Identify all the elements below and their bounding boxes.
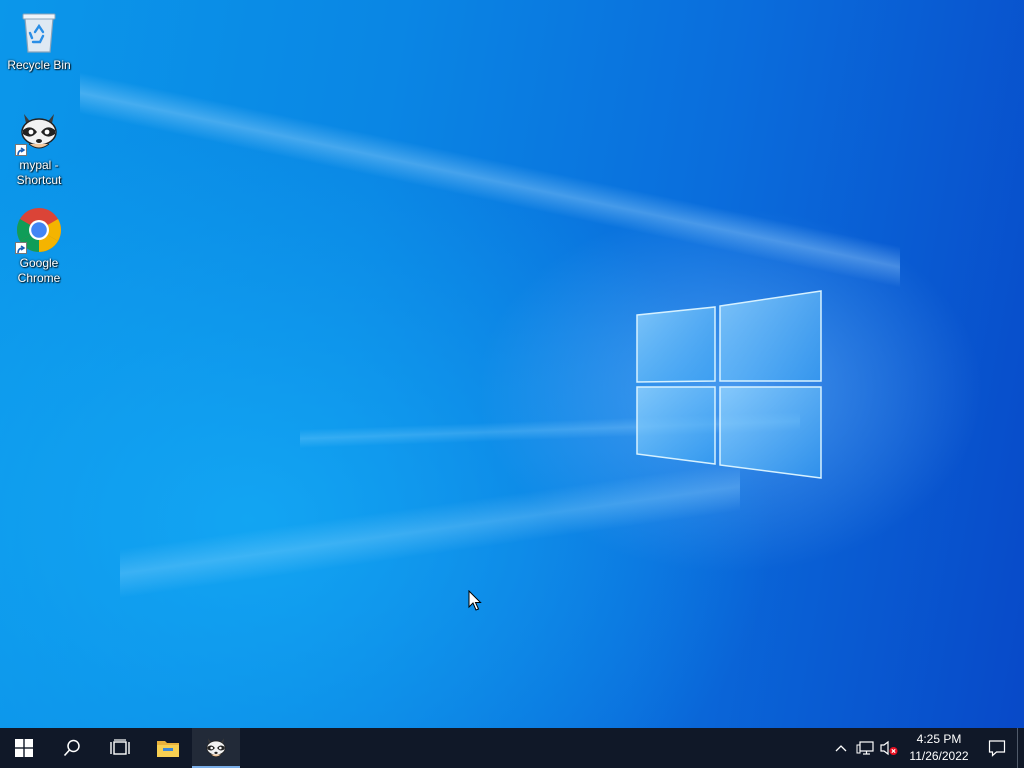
desktop-icon-label: Google Chrome: [17, 256, 61, 285]
desktop-icon-label: Recycle Bin: [7, 58, 71, 72]
desktop-icon-recycle-bin[interactable]: Recycle Bin: [1, 8, 77, 73]
network-icon: [856, 741, 874, 755]
action-center-button[interactable]: [977, 728, 1017, 768]
shortcut-arrow-icon: [15, 144, 27, 156]
chrome-icon: [15, 206, 63, 254]
mypal-taskbar-button[interactable]: [192, 728, 240, 768]
network-button[interactable]: [853, 728, 877, 768]
volume-button[interactable]: [877, 728, 901, 768]
desktop-icon-google-chrome[interactable]: Google Chrome: [1, 206, 77, 286]
file-explorer-button[interactable]: [144, 728, 192, 768]
volume-muted-icon: [880, 740, 898, 756]
mouse-pointer-icon: [468, 590, 482, 611]
notification-icon: [988, 740, 1006, 757]
desktop-icon-mypal-shortcut[interactable]: mypal - Shortcut: [1, 108, 77, 188]
windows-logo-icon: [15, 739, 33, 757]
search-button[interactable]: [48, 728, 96, 768]
desktop-background[interactable]: Recycle Bin mypal - Shortcut Google Chro…: [0, 0, 1024, 728]
windows-wallpaper-logo: [636, 290, 822, 479]
show-hidden-icons-button[interactable]: [829, 728, 853, 768]
light-beam: [80, 60, 900, 300]
chevron-up-icon: [835, 745, 847, 752]
mypal-raccoon-icon: [15, 108, 63, 156]
taskbar: 4:25 PM 11/26/2022: [0, 728, 1024, 768]
clock-time: 4:25 PM: [916, 732, 962, 746]
clock[interactable]: 4:25 PM 11/26/2022: [901, 728, 977, 768]
shortcut-arrow-icon: [15, 242, 27, 254]
start-button[interactable]: [0, 728, 48, 768]
system-tray: 4:25 PM 11/26/2022: [829, 728, 1024, 768]
search-icon: [63, 739, 80, 757]
show-desktop-button[interactable]: [1017, 728, 1024, 768]
recycle-bin-icon: [15, 8, 63, 56]
folder-icon: [157, 741, 179, 757]
clock-date: 11/26/2022: [909, 749, 969, 763]
mypal-raccoon-icon: [206, 738, 226, 757]
task-view-button[interactable]: [96, 728, 144, 768]
task-view-icon: [110, 739, 130, 755]
desktop-icon-label: mypal - Shortcut: [16, 158, 62, 187]
